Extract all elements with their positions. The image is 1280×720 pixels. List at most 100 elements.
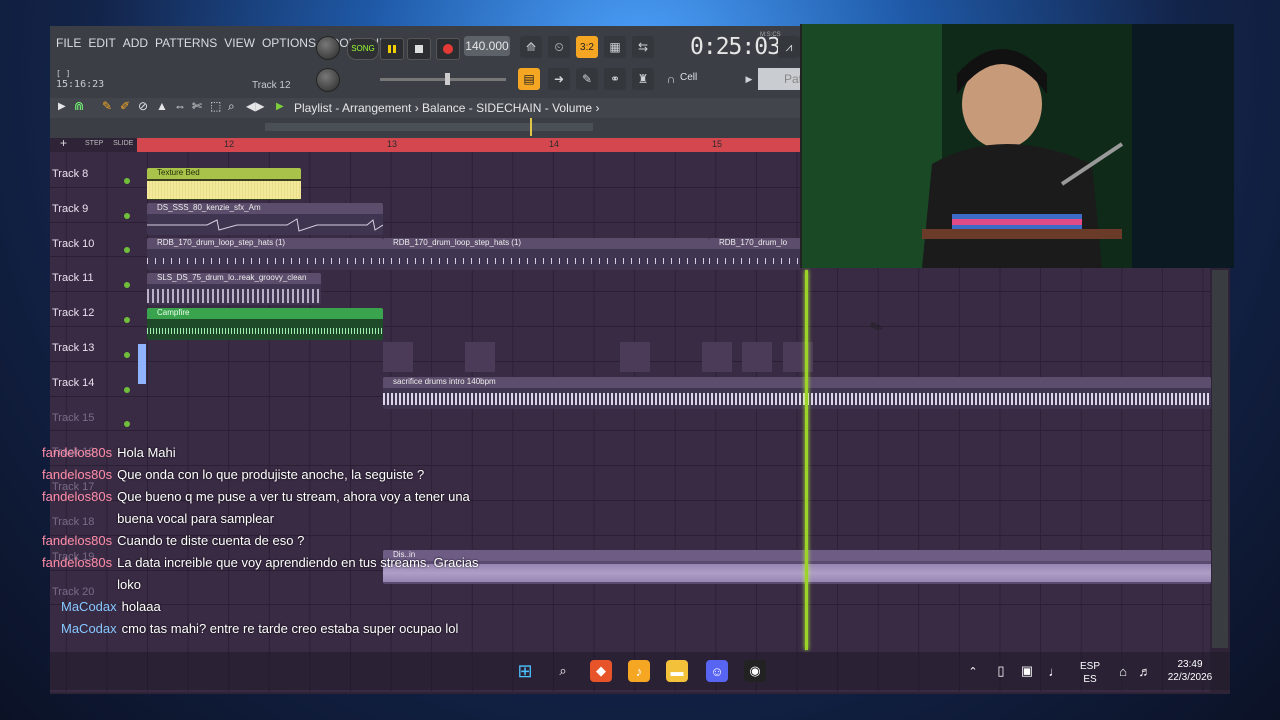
bar-ruler[interactable]: 12 13 14 15 — [137, 138, 800, 152]
slip-tool-icon[interactable]: ⇔ — [174, 99, 186, 113]
track-name[interactable]: Track 8 — [52, 168, 88, 180]
sidechain-automation-clip[interactable] — [742, 342, 772, 372]
step-edit-button[interactable]: ▦ — [604, 36, 626, 58]
stop-button[interactable] — [407, 38, 431, 60]
add-track-icon[interactable]: + — [60, 136, 67, 150]
snap-arrow-icon[interactable]: ▶ — [738, 68, 760, 90]
snap-selector[interactable]: Cell — [680, 72, 697, 83]
playback-tool-icon[interactable]: ◀▶ — [246, 99, 264, 113]
audio-clip-hats-3[interactable]: RDB_170_drum_lo — [709, 238, 801, 270]
track-mute-led[interactable] — [124, 316, 130, 323]
chat-text: Hola Mahi — [117, 445, 176, 460]
track-name[interactable]: Track 12 — [52, 307, 94, 319]
master-pitch-slider-handle[interactable] — [445, 73, 450, 85]
audio-clip-dis-in[interactable]: Dis..in — [383, 550, 1211, 584]
sidechain-automation-clip[interactable] — [783, 342, 813, 372]
metronome-button[interactable]: ⟰ — [520, 36, 542, 58]
menu-patterns[interactable]: PATTERNS — [155, 36, 217, 50]
play-button[interactable] — [380, 38, 404, 60]
tempo-display[interactable]: 140.000 — [464, 36, 510, 56]
track-name[interactable]: Track 9 — [52, 203, 88, 215]
audio-clip-campfire[interactable]: Campfire — [147, 308, 383, 340]
chat-text: Cuando te diste cuenta de eso ? — [117, 533, 305, 548]
chat-username: fandelos80s — [42, 445, 113, 460]
next-button[interactable]: ➜ — [548, 68, 570, 90]
wait-input-button[interactable]: ⏲ — [548, 36, 570, 58]
song-mode-toggle[interactable]: SONG — [347, 38, 379, 60]
sidechain-automation-clip[interactable] — [620, 342, 650, 372]
audio-clip-hats-2[interactable]: RDB_170_drum_loop_step_hats (1) — [383, 238, 709, 270]
track-name[interactable]: Track 11 — [52, 272, 94, 284]
menu-view[interactable]: VIEW — [224, 36, 255, 50]
sidechain-automation-clip[interactable] — [702, 342, 732, 372]
link-icon[interactable]: ⚭ — [604, 68, 626, 90]
audio-clip-breakbeat[interactable]: SLS_DS_75_drum_lo..reak_groovy_clean — [147, 273, 321, 305]
track-mute-led[interactable] — [124, 282, 130, 289]
cpu-monitor-icon: ⩘ — [778, 36, 800, 58]
select-tool-icon[interactable]: ⬚ — [210, 99, 221, 113]
search-icon[interactable]: ⌕ — [552, 660, 574, 682]
network-icon[interactable]: ⌂ — [1112, 660, 1134, 682]
countdown-button[interactable]: 3:2 — [576, 36, 598, 58]
brave-browser-icon[interactable]: ◆ — [590, 660, 612, 682]
chat-message: fandelos80s Que bueno q me puse a ver tu … — [42, 486, 482, 530]
track-name[interactable]: Track 13 — [52, 342, 94, 354]
master-volume-knob[interactable] — [316, 36, 340, 60]
paint-tool-icon[interactable]: ✐ — [120, 99, 130, 113]
microphone-icon[interactable]: ♩ — [1044, 660, 1066, 682]
audio-clip-sacrifice-drums[interactable]: sacrifice drums intro 140bpm — [383, 377, 1211, 409]
track-mute-led[interactable] — [124, 421, 130, 428]
magnet-icon: ∩ — [666, 72, 676, 86]
draw-tool-icon[interactable]: ✎ — [102, 99, 112, 113]
master-pitch-slider-track — [380, 78, 506, 81]
magnet-snap-icon[interactable]: ⋒ — [74, 99, 84, 113]
volume-icon[interactable]: ♬ — [1134, 660, 1156, 682]
obs-icon[interactable]: ◉ — [744, 660, 766, 682]
sidechain-automation-clip[interactable] — [383, 342, 413, 372]
track-mute-led[interactable] — [124, 212, 130, 219]
start-button-icon[interactable]: ⊞ — [514, 660, 536, 682]
track-mute-led[interactable] — [124, 351, 130, 358]
track-mute-led[interactable] — [124, 247, 130, 254]
playhead[interactable] — [805, 270, 808, 650]
menu-add[interactable]: ADD — [123, 36, 148, 50]
overview-scroll-range[interactable] — [265, 123, 593, 131]
track-mute-led[interactable] — [124, 177, 130, 184]
chat-message: fandelos80s Hola Mahi — [42, 442, 482, 464]
keyboard-language[interactable]: ESP ES — [1078, 660, 1102, 686]
waveform — [147, 328, 383, 334]
track-mute-led[interactable] — [124, 386, 130, 393]
pencil-tool-icon[interactable]: ✎ — [576, 68, 598, 90]
record-button[interactable] — [436, 38, 460, 60]
file-explorer-icon[interactable]: ▬ — [666, 660, 688, 682]
discord-icon[interactable]: ☺ — [706, 660, 728, 682]
playlist-menu-arrow-icon[interactable]: ▶ — [58, 101, 66, 112]
stamp-icon[interactable]: ♜ — [632, 68, 654, 90]
vertical-scrollbar[interactable] — [1212, 270, 1228, 648]
clip-label: RDB_170_drum_lo — [709, 238, 801, 249]
delete-tool-icon[interactable]: ⊘ — [138, 99, 148, 113]
menu-options[interactable]: OPTIONS — [262, 36, 316, 50]
timeline-overview[interactable] — [50, 118, 800, 138]
audio-clip-hats-1[interactable]: RDB_170_drum_loop_step_hats (1) — [147, 238, 383, 270]
master-pitch-knob[interactable] — [316, 68, 340, 92]
audio-clip-texture-bed[interactable]: Texture Bed — [147, 168, 301, 200]
fl-studio-icon[interactable]: ♪ — [628, 660, 650, 682]
track-name[interactable]: Track 10 — [52, 238, 94, 250]
sidechain-automation-clip[interactable] — [465, 342, 495, 372]
step-label: STEP — [85, 140, 104, 147]
hidden-icons-chevron-icon[interactable]: ⌃ — [962, 660, 984, 682]
zoom-tool-icon[interactable]: ⌕ — [228, 99, 235, 114]
menu-edit[interactable]: EDIT — [88, 36, 115, 50]
slice-tool-icon[interactable]: ✄ — [192, 99, 202, 113]
clock[interactable]: 23:49 22/3/2026 — [1162, 658, 1218, 684]
playlist-button[interactable]: ▤ — [518, 68, 540, 90]
loop-record-button[interactable]: ⇆ — [632, 36, 654, 58]
battery-icon: ▯ — [997, 663, 1005, 678]
audio-clip-ds-sfx[interactable]: DS_SSS_80_kenzie_sfx_Am — [147, 203, 383, 235]
track-name[interactable]: Track 15 — [52, 412, 94, 424]
mute-tool-icon[interactable]: ▲ — [156, 99, 168, 113]
track-name[interactable]: Track 14 — [52, 377, 94, 389]
tray-app-icon[interactable]: ▣ — [1016, 660, 1038, 682]
menu-file[interactable]: FILE — [56, 36, 81, 50]
